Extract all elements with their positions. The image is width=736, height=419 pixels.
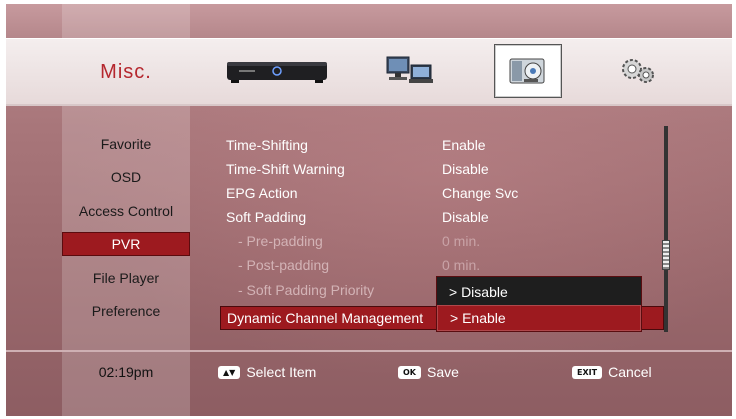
- ok-key-icon: OK: [398, 365, 421, 379]
- setting-value: 0 min.: [442, 257, 481, 273]
- exit-key-icon: EXIT: [572, 365, 603, 379]
- hint-select-item: ▲▼ Select Item: [218, 364, 316, 380]
- setting-label: Time-Shifting: [226, 137, 308, 153]
- setting-row-soft-padding[interactable]: Soft Padding Disable: [220, 206, 662, 230]
- setting-row-post-padding: - Post-padding 0 min.: [220, 254, 662, 278]
- hint-label: Cancel: [608, 364, 652, 380]
- clock: 02:19pm: [98, 364, 154, 380]
- setting-value: Disable: [442, 161, 489, 177]
- sidebar-item-file-player[interactable]: File Player: [62, 266, 190, 290]
- setting-label: Soft Padding: [226, 209, 307, 225]
- sidebar-item-pvr[interactable]: PVR: [62, 232, 190, 256]
- setting-value: Disable: [442, 209, 489, 225]
- footer-bar: 02:19pm ▲▼ Select Item OK Save EXIT Canc…: [6, 352, 732, 392]
- setting-row-epg-action[interactable]: EPG Action Change Svc: [220, 182, 662, 206]
- scrollbar-track[interactable]: [664, 126, 668, 332]
- set-top-box-icon[interactable]: [222, 46, 332, 96]
- dropdown-option-disable[interactable]: > Disable: [437, 279, 641, 305]
- setting-value: Change Svc: [442, 185, 519, 201]
- disk-settings-icon[interactable]: [494, 44, 562, 98]
- hint-cancel: EXIT Cancel: [572, 364, 652, 380]
- sidebar-item-osd[interactable]: OSD: [62, 165, 190, 189]
- setting-row-time-shift-warning[interactable]: Time-Shift Warning Disable: [220, 158, 662, 182]
- sidebar-item-favorite[interactable]: Favorite: [62, 132, 190, 156]
- setting-value: Enable: [442, 137, 486, 153]
- network-computers-icon[interactable]: [378, 46, 440, 96]
- setting-label: - Post-padding: [238, 257, 330, 273]
- setting-value: 0 min.: [442, 233, 481, 249]
- hint-label: Save: [427, 364, 459, 380]
- gears-icon[interactable]: [610, 46, 666, 96]
- sidebar-item-access-control[interactable]: Access Control: [62, 199, 190, 223]
- tv-screen: Misc. Favorite OSD Access Control PVR Fi…: [6, 4, 732, 416]
- setting-row-pre-padding: - Pre-padding 0 min.: [220, 230, 662, 254]
- dropdown-option-enable[interactable]: > Enable: [437, 305, 641, 331]
- setting-label: - Pre-padding: [238, 233, 323, 249]
- sidebar-item-preference[interactable]: Preference: [62, 299, 190, 323]
- hint-save: OK Save: [398, 364, 459, 380]
- up-down-key-icon: ▲▼: [218, 365, 241, 379]
- hint-label: Select Item: [246, 364, 317, 380]
- scrollbar-thumb[interactable]: [662, 240, 670, 270]
- option-dropdown[interactable]: > Disable > Enable: [436, 276, 642, 332]
- setting-row-time-shifting[interactable]: Time-Shifting Enable: [220, 134, 662, 158]
- menu-title: Misc.: [100, 60, 152, 83]
- setting-label: Time-Shift Warning: [226, 161, 345, 177]
- setting-label: - Soft Padding Priority: [238, 282, 375, 298]
- setting-label: Dynamic Channel Management: [227, 310, 424, 326]
- setting-label: EPG Action: [226, 185, 298, 201]
